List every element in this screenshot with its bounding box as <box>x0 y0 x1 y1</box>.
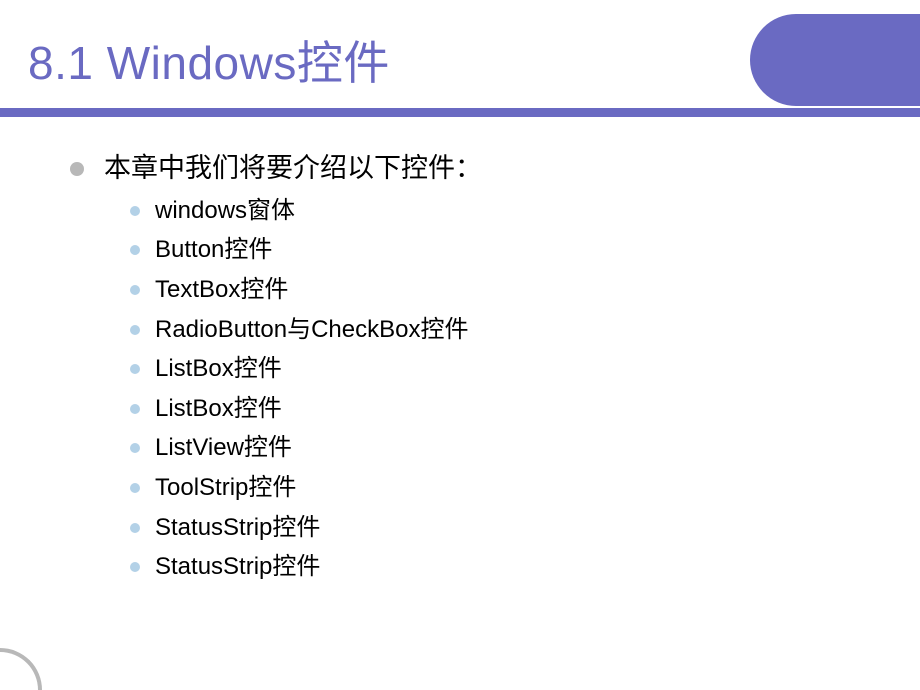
slide-header: 8.1 Windows控件 <box>0 0 920 116</box>
bullet-icon <box>130 325 140 335</box>
bullet-icon <box>130 404 140 414</box>
bullet-icon <box>130 285 140 295</box>
list-item-text: ListBox控件 <box>155 352 282 386</box>
main-bullet-text: 本章中我们将要介绍以下控件： <box>104 150 482 188</box>
bullet-icon <box>130 245 140 255</box>
slide: 8.1 Windows控件 本章中我们将要介绍以下控件： windows窗体 B… <box>0 0 920 690</box>
main-bullet-item: 本章中我们将要介绍以下控件： <box>70 150 850 188</box>
list-item: windows窗体 <box>130 194 850 228</box>
list-item-text: ListBox控件 <box>155 392 282 426</box>
bullet-icon <box>70 162 84 176</box>
bullet-icon <box>130 523 140 533</box>
slide-content: 本章中我们将要介绍以下控件： windows窗体 Button控件 TextBo… <box>0 116 920 604</box>
slide-title: 8.1 Windows控件 <box>0 27 390 93</box>
list-item: RadioButton与CheckBox控件 <box>130 313 850 347</box>
list-item-text: TextBox控件 <box>155 273 288 307</box>
list-item-text: RadioButton与CheckBox控件 <box>155 313 468 347</box>
bullet-icon <box>130 562 140 572</box>
list-item: StatusStrip控件 <box>130 550 850 584</box>
header-accent-pill <box>750 14 920 106</box>
list-item: TextBox控件 <box>130 273 850 307</box>
list-item: ListView控件 <box>130 431 850 465</box>
bullet-icon <box>130 483 140 493</box>
title-row: 8.1 Windows控件 <box>0 14 920 106</box>
list-item: Button控件 <box>130 233 850 267</box>
header-underline <box>0 108 920 117</box>
list-item-text: Button控件 <box>155 233 272 267</box>
corner-decoration <box>0 648 42 690</box>
list-item-text: ToolStrip控件 <box>155 471 296 505</box>
list-item-text: StatusStrip控件 <box>155 550 320 584</box>
list-item-text: StatusStrip控件 <box>155 511 320 545</box>
list-item: ToolStrip控件 <box>130 471 850 505</box>
bullet-icon <box>130 206 140 216</box>
list-item: StatusStrip控件 <box>130 511 850 545</box>
bullet-icon <box>130 443 140 453</box>
list-item: ListBox控件 <box>130 392 850 426</box>
sub-bullet-list: windows窗体 Button控件 TextBox控件 RadioButton… <box>70 194 850 584</box>
list-item-text: ListView控件 <box>155 431 292 465</box>
list-item-text: windows窗体 <box>155 194 295 228</box>
bullet-icon <box>130 364 140 374</box>
list-item: ListBox控件 <box>130 352 850 386</box>
